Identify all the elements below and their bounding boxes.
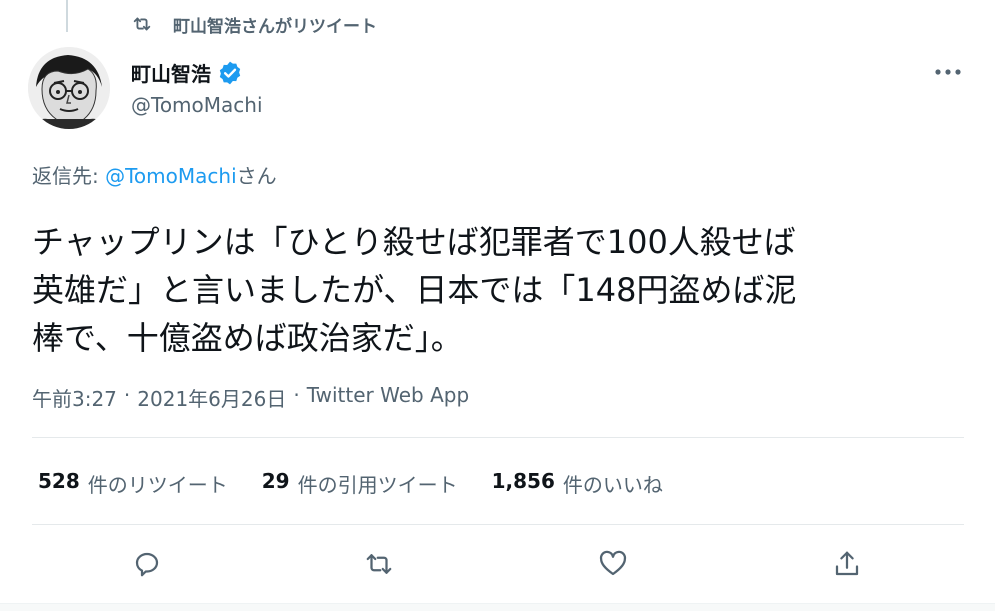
divider: [32, 524, 964, 525]
reply-icon: [135, 552, 159, 577]
meta-separator: ·: [123, 383, 131, 407]
tweet-time-link[interactable]: 午前3:27: [32, 383, 117, 412]
quotes-stat-link[interactable]: 29 件の引用ツイート: [262, 469, 458, 498]
retweet-icon: [133, 17, 151, 31]
retweet-icon: [366, 554, 392, 574]
author-name[interactable]: 町山智浩: [131, 58, 243, 87]
more-options-button[interactable]: [930, 58, 966, 86]
likes-count: 1,856: [491, 469, 555, 493]
tweet-text: チャップリンは「ひとり殺せば犯罪者で100人殺せば 英雄だ」と言いましたが、日本…: [32, 223, 797, 357]
thread-connector-line: [66, 0, 68, 32]
tweet-meta: 午前3:27 · 2021年6月26日 · Twitter Web App: [32, 383, 469, 412]
like-button[interactable]: [593, 544, 633, 584]
reply-to-mention-link[interactable]: @TomoMachi: [105, 164, 237, 188]
retweeter-link[interactable]: 町山智浩さんがリツイート: [173, 12, 377, 37]
reply-to-prefix: 返信先:: [32, 164, 106, 188]
divider: [32, 437, 964, 438]
likes-label: 件のいいね: [562, 473, 663, 497]
reply-to-line: 返信先: @TomoMachiさん: [32, 160, 277, 189]
avatar[interactable]: [28, 47, 110, 129]
reply-button[interactable]: [127, 544, 167, 584]
tweet-stats: 528 件のリツイート 29 件の引用ツイート 1,856 件のいいね: [38, 469, 697, 498]
author-handle[interactable]: @TomoMachi: [131, 93, 263, 117]
share-icon: [835, 551, 859, 576]
retweet-context: 町山智浩さんがリツイート: [131, 12, 377, 37]
likes-stat-link[interactable]: 1,856 件のいいね: [492, 469, 663, 498]
tweet-date-link[interactable]: 2021年6月26日: [137, 383, 286, 412]
quotes-label: 件の引用ツイート: [297, 473, 458, 497]
retweets-count: 528: [38, 469, 80, 493]
meta-separator: ·: [293, 383, 300, 407]
quotes-count: 29: [261, 469, 290, 493]
retweets-stat-link[interactable]: 528 件のリツイート: [38, 469, 228, 498]
author-display-name[interactable]: 町山智浩: [131, 58, 211, 87]
retweet-button[interactable]: [359, 544, 399, 584]
share-button[interactable]: [827, 544, 867, 584]
avatar-illustration: [28, 47, 110, 129]
tweet-source-link[interactable]: Twitter Web App: [307, 383, 469, 412]
like-icon: [599, 550, 627, 576]
reply-to-suffix: さん: [236, 164, 277, 188]
more-icon: [935, 69, 961, 75]
retweets-label: 件のリツイート: [87, 473, 228, 497]
verified-badge-icon: [219, 61, 241, 84]
